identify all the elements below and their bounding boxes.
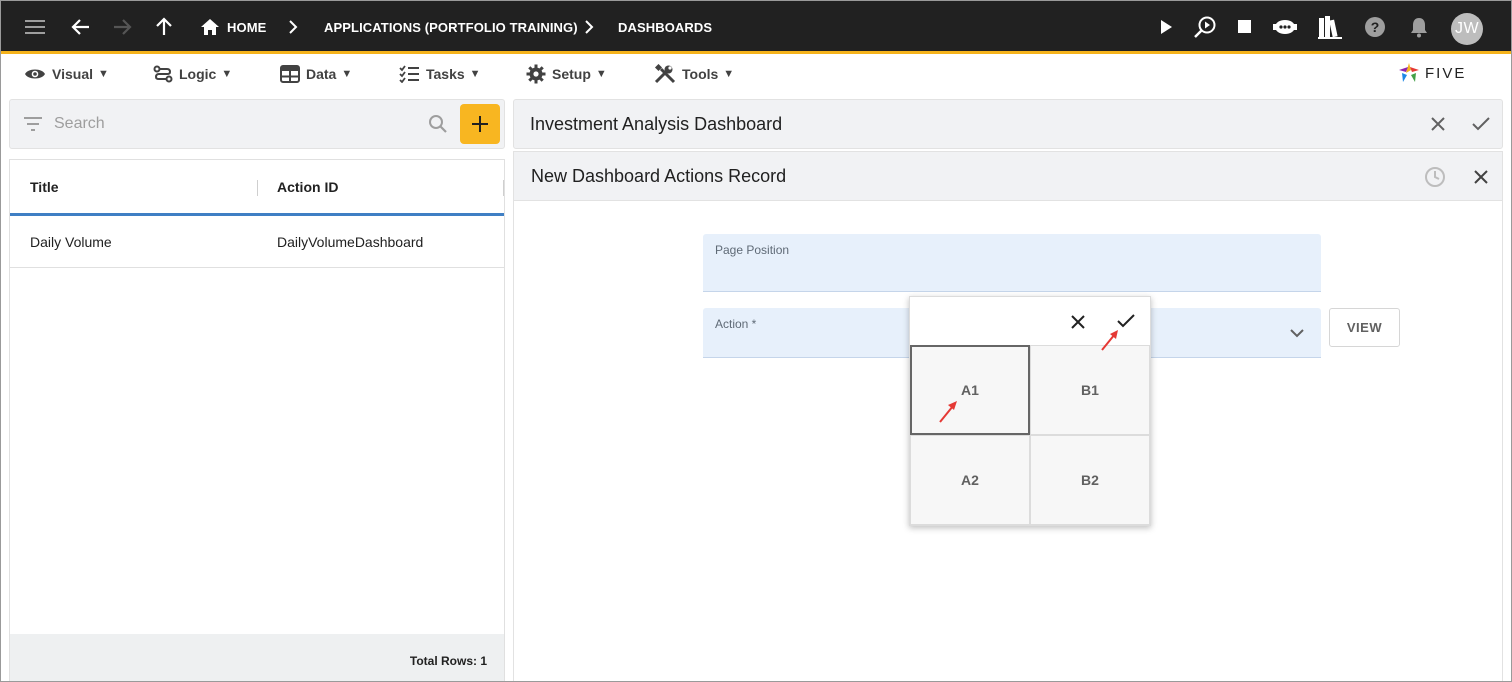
list-header: Title Action ID	[10, 160, 504, 216]
debug-search-icon[interactable]	[1192, 14, 1218, 40]
help-icon[interactable]: ?	[1362, 14, 1388, 40]
menu-logic-label: Logic	[179, 66, 217, 82]
column-header-action-id[interactable]: Action ID	[277, 179, 338, 195]
chat-bot-icon[interactable]	[1272, 14, 1298, 40]
cell-title: Daily Volume	[30, 234, 112, 250]
page-position-label: Page Position	[715, 243, 790, 257]
up-arrow-icon[interactable]	[151, 14, 177, 40]
column-header-title[interactable]: Title	[30, 179, 59, 195]
menu-setup-label: Setup	[552, 66, 591, 82]
list-footer: Total Rows: 1	[10, 634, 504, 681]
page-position-field[interactable]: Page Position	[703, 234, 1321, 292]
svg-text:?: ?	[1371, 19, 1380, 35]
table-grid-icon	[280, 65, 300, 83]
gear-icon	[526, 64, 546, 84]
view-button[interactable]: VIEW	[1329, 308, 1400, 347]
annotation-arrow-icon	[1101, 330, 1118, 351]
action-label: Action *	[715, 317, 757, 331]
forward-arrow-icon[interactable]	[109, 14, 135, 40]
plus-icon	[472, 116, 488, 132]
total-rows-count: Total Rows: 1	[409, 654, 487, 668]
breadcrumb-home[interactable]: HOME	[227, 20, 266, 35]
play-icon[interactable]	[1153, 14, 1179, 40]
chevron-down-icon[interactable]	[1289, 326, 1305, 344]
stop-icon[interactable]	[1232, 14, 1258, 40]
menu-data-label: Data	[306, 66, 337, 82]
records-list: Title Action ID Daily Volume DailyVolume…	[9, 159, 505, 681]
column-divider[interactable]	[503, 180, 504, 196]
menu-tasks-label: Tasks	[426, 66, 465, 82]
close-icon[interactable]	[1424, 110, 1452, 138]
menu-logic[interactable]: Logic ▼	[153, 63, 232, 85]
grid-cell-b2[interactable]: B2	[1030, 435, 1150, 525]
home-icon[interactable]	[197, 14, 223, 40]
menu-visual-label: Visual	[52, 66, 93, 82]
menu-setup[interactable]: Setup ▼	[526, 63, 607, 85]
grid-cell-a1[interactable]: A1	[910, 345, 1030, 435]
chevron-right-icon	[583, 17, 595, 42]
grid-cell-b1[interactable]: B1	[1030, 345, 1150, 435]
record-form-title: New Dashboard Actions Record	[531, 166, 787, 186]
search-input[interactable]	[54, 112, 414, 136]
column-divider[interactable]	[257, 180, 258, 196]
save-check-icon[interactable]	[1467, 110, 1495, 138]
close-icon[interactable]	[1467, 163, 1495, 191]
grid-cell-a2[interactable]: A2	[910, 435, 1030, 525]
caret-down-icon: ▼	[723, 68, 735, 80]
search-bar	[9, 99, 505, 149]
caret-down-icon: ▼	[469, 68, 481, 80]
menu-data[interactable]: Data ▼	[280, 63, 352, 85]
logic-flow-icon	[153, 65, 173, 83]
notifications-bell-icon[interactable]	[1406, 14, 1432, 40]
menu-tasks[interactable]: Tasks ▼	[399, 63, 481, 85]
chevron-right-icon	[287, 17, 299, 42]
table-row[interactable]: Daily Volume DailyVolumeDashboard	[10, 219, 504, 268]
checklist-icon	[399, 65, 419, 83]
back-arrow-icon[interactable]	[68, 14, 94, 40]
caret-down-icon: ▼	[341, 68, 353, 80]
caret-down-icon: ▼	[595, 68, 607, 80]
top-bar: HOME APPLICATIONS (PORTFOLIO TRAINING) D…	[1, 1, 1511, 54]
history-clock-icon[interactable]	[1421, 163, 1449, 191]
menu-tools-label: Tools	[682, 66, 719, 82]
hamburger-menu-icon[interactable]	[23, 14, 49, 40]
tools-wrench-icon	[654, 64, 676, 84]
cell-action-id: DailyVolumeDashboard	[277, 234, 424, 250]
dashboard-panel-title: Investment Analysis Dashboard	[530, 114, 783, 134]
annotation-arrow-icon	[939, 401, 957, 423]
filter-icon[interactable]	[23, 116, 43, 137]
menu-visual[interactable]: Visual ▼	[24, 63, 109, 85]
caret-down-icon: ▼	[98, 68, 109, 80]
five-logo-text: FIVE	[1425, 64, 1467, 82]
breadcrumb-dashboards[interactable]: DASHBOARDS	[618, 20, 712, 35]
eye-icon	[25, 69, 45, 79]
record-form-header: New Dashboard Actions Record	[514, 152, 1502, 201]
app-window: HOME APPLICATIONS (PORTFOLIO TRAINING) D…	[0, 0, 1512, 682]
close-icon[interactable]	[1064, 308, 1092, 336]
add-record-button[interactable]	[460, 104, 500, 144]
user-avatar[interactable]: JW	[1451, 13, 1483, 45]
caret-down-icon: ▼	[221, 68, 233, 80]
library-books-icon[interactable]	[1317, 14, 1343, 40]
menu-bar: Visual ▼ Logic ▼ Data ▼ Tasks ▼ Setup ▼ Tools…	[1, 54, 1511, 94]
search-icon[interactable]	[428, 114, 448, 139]
menu-tools[interactable]: Tools ▼	[654, 63, 734, 85]
five-logo-mark-icon	[1399, 63, 1419, 82]
breadcrumb-applications[interactable]: APPLICATIONS (PORTFOLIO TRAINING)	[324, 20, 578, 35]
dashboard-panel-header: Investment Analysis Dashboard	[513, 99, 1503, 149]
five-logo: FIVE	[1397, 59, 1487, 87]
